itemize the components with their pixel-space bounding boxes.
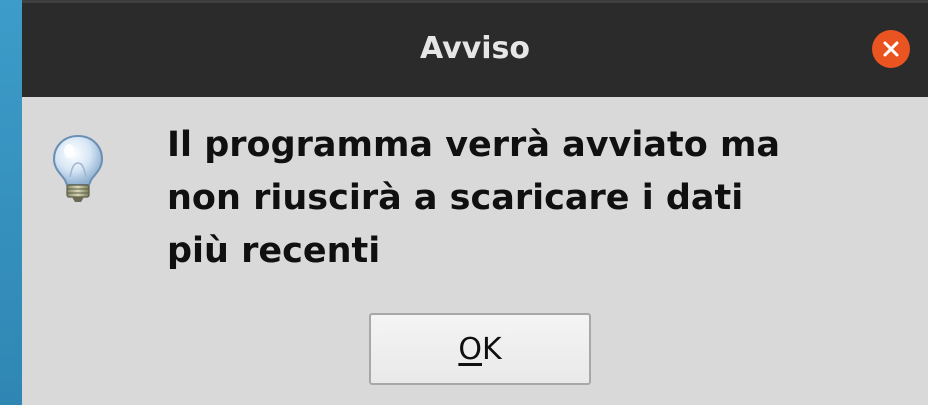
dialog-titlebar[interactable]: Avviso [22,0,928,97]
desktop-background [0,0,22,405]
dialog-content: Il programma verrà avviato ma non riusci… [22,97,928,405]
ok-button[interactable]: OK [369,313,591,385]
lightbulb-icon [52,134,104,202]
alert-dialog: Avviso Il programma verrà avviato ma non… [22,0,928,405]
dialog-message: Il programma verrà avviato ma non riusci… [167,125,781,271]
ok-label-rest: K [481,331,502,367]
close-button[interactable] [872,30,910,68]
ok-mnemonic: O [458,331,482,367]
ok-button-label: OK [458,332,501,367]
close-icon [883,41,899,57]
dialog-title: Avviso [419,31,530,66]
